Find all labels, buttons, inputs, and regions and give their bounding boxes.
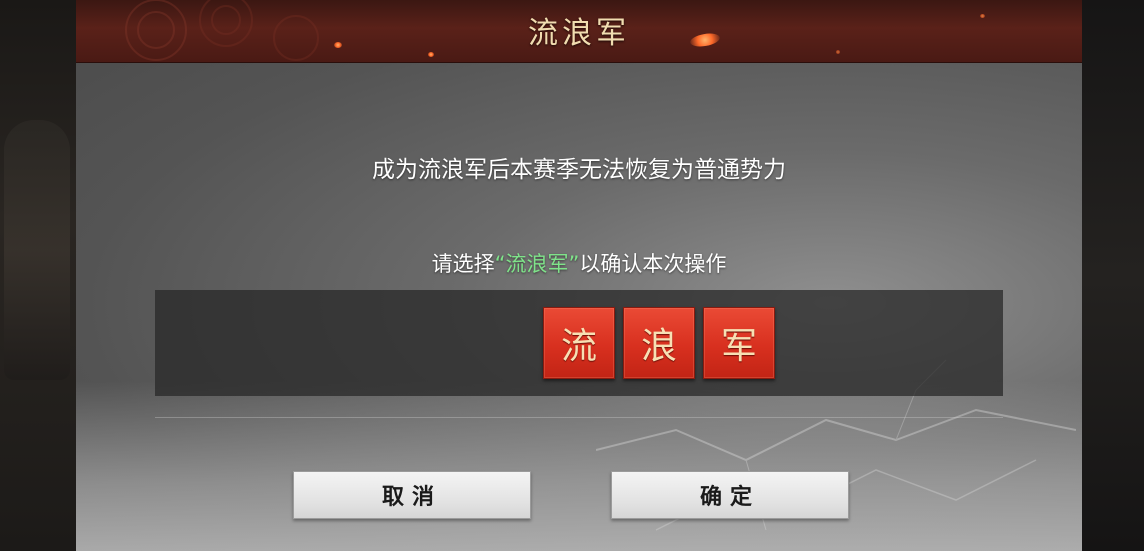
instruction-highlight: “流浪军” (494, 252, 580, 276)
instruction-text: 请选择“流浪军”以确认本次操作 (76, 248, 1082, 278)
character-tile-2[interactable]: 浪 (623, 307, 695, 379)
game-screen: 流浪军 成为流浪军后本赛季无法恢复为普通势力 请选择“流浪军”以确认本次操作 流… (0, 0, 1144, 551)
character-tile-1[interactable]: 流 (543, 307, 615, 379)
tile-selection-panel: 流 浪 军 (155, 290, 1003, 396)
warning-message: 成为流浪军后本赛季无法恢复为普通势力 (372, 157, 786, 183)
dialog-title: 流浪军 (528, 16, 630, 51)
instruction-prefix: 请选择 (431, 252, 495, 276)
confirm-button[interactable]: 确定 (611, 471, 849, 519)
confirm-dialog: 流浪军 成为流浪军后本赛季无法恢复为普通势力 请选择“流浪军”以确认本次操作 流… (76, 0, 1082, 551)
dialog-title-bar: 流浪军 (76, 0, 1082, 63)
cancel-button[interactable]: 取消 (293, 471, 531, 519)
tile-row: 流 浪 军 (543, 307, 775, 379)
character-tile-3[interactable]: 军 (703, 307, 775, 379)
background-left (0, 0, 76, 551)
ember-spark (428, 52, 434, 57)
background-right (1082, 0, 1144, 551)
background-figure (4, 120, 70, 380)
divider (155, 417, 1003, 418)
instruction-suffix: 以确认本次操作 (579, 252, 727, 276)
